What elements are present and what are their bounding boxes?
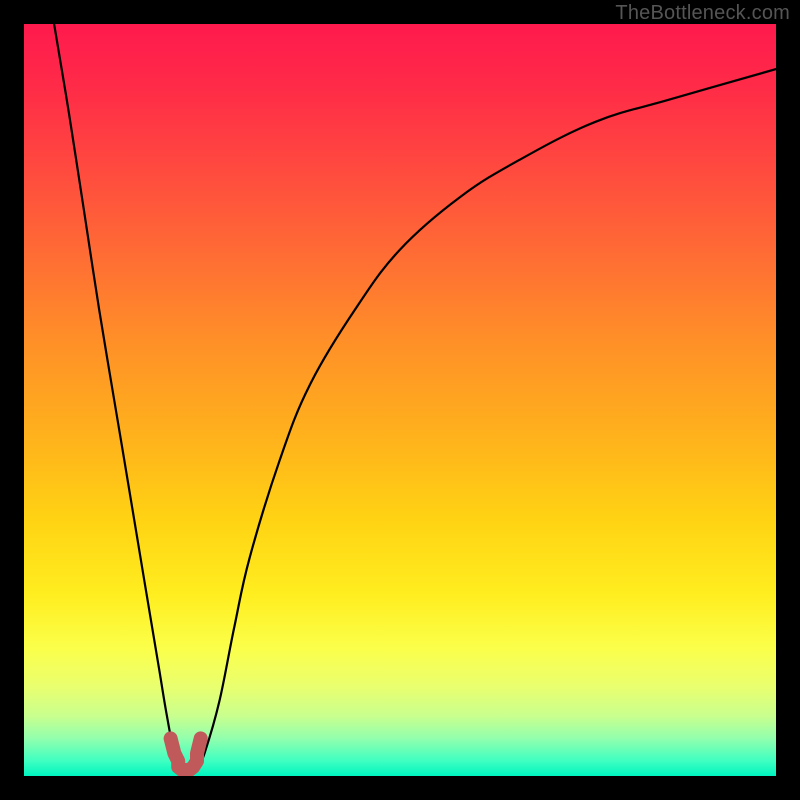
- watermark-text: TheBottleneck.com: [615, 2, 790, 25]
- sweet-spot-marker: [171, 738, 201, 770]
- chart-svg-layer: [24, 24, 776, 776]
- bottleneck-curve-path: [54, 24, 776, 772]
- chart-plot-area: [24, 24, 776, 776]
